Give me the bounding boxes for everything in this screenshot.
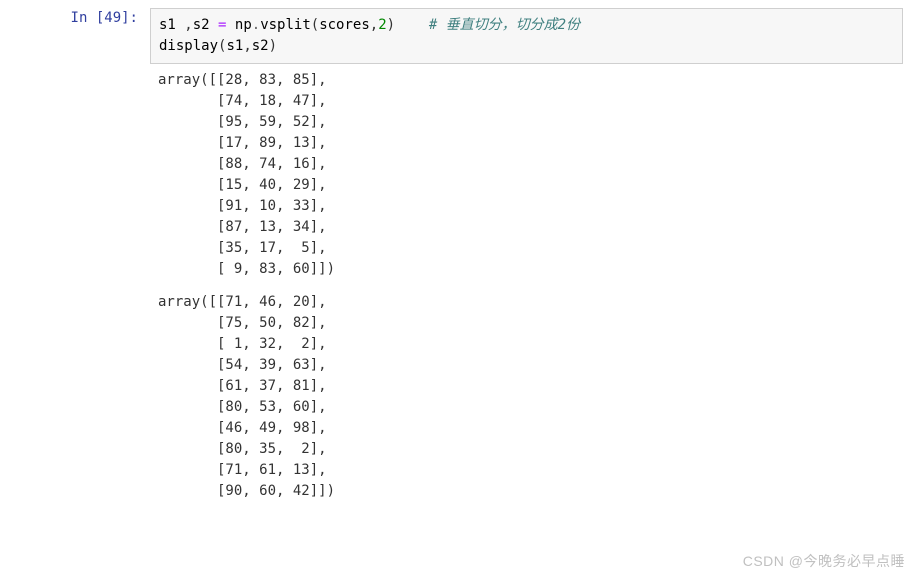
comma-token: , xyxy=(243,38,251,54)
variable-s2: s2 xyxy=(193,17,218,33)
input-cell: In [49]: s1 ,s2 = np.vsplit(scores,2) # … xyxy=(0,8,923,64)
code-line-1: s1 ,s2 = np.vsplit(scores,2) # 垂直切分，切分成2… xyxy=(159,15,894,36)
output-cell-1: array([[28, 83, 85], [74, 18, 47], [95, … xyxy=(0,64,923,286)
arg-s2: s2 xyxy=(252,38,269,54)
spacer xyxy=(395,17,429,33)
dot-token: . xyxy=(252,17,260,33)
watermark-text: CSDN @今晚务必早点睡 xyxy=(743,551,905,572)
rparen-token: ) xyxy=(387,17,395,33)
comma-token: , xyxy=(370,17,378,33)
code-line-2: display(s1,s2) xyxy=(159,36,894,57)
code-comment: # 垂直切分，切分成2份 xyxy=(429,17,580,33)
module-np: np xyxy=(235,17,252,33)
arg-scores: scores xyxy=(319,17,370,33)
assign-operator: = xyxy=(218,17,235,33)
output-cell-2: array([[71, 46, 20], [75, 50, 82], [ 1, … xyxy=(0,286,923,508)
num-literal: 2 xyxy=(378,17,386,33)
variable-s1: s1 xyxy=(159,17,184,33)
prompt-exec-count: [49]: xyxy=(96,10,138,26)
lparen-token: ( xyxy=(311,17,319,33)
func-vsplit: vsplit xyxy=(260,17,311,33)
output-array-2: array([[71, 46, 20], [75, 50, 82], [ 1, … xyxy=(150,286,903,508)
output-array-1: array([[28, 83, 85], [74, 18, 47], [95, … xyxy=(150,64,903,286)
func-display: display xyxy=(159,38,218,54)
input-prompt: In [49]: xyxy=(0,8,150,29)
arg-s1: s1 xyxy=(226,38,243,54)
comma-token: , xyxy=(184,17,192,33)
prompt-in-label: In xyxy=(71,10,96,26)
code-input-area[interactable]: s1 ,s2 = np.vsplit(scores,2) # 垂直切分，切分成2… xyxy=(150,8,903,64)
rparen-token: ) xyxy=(269,38,277,54)
